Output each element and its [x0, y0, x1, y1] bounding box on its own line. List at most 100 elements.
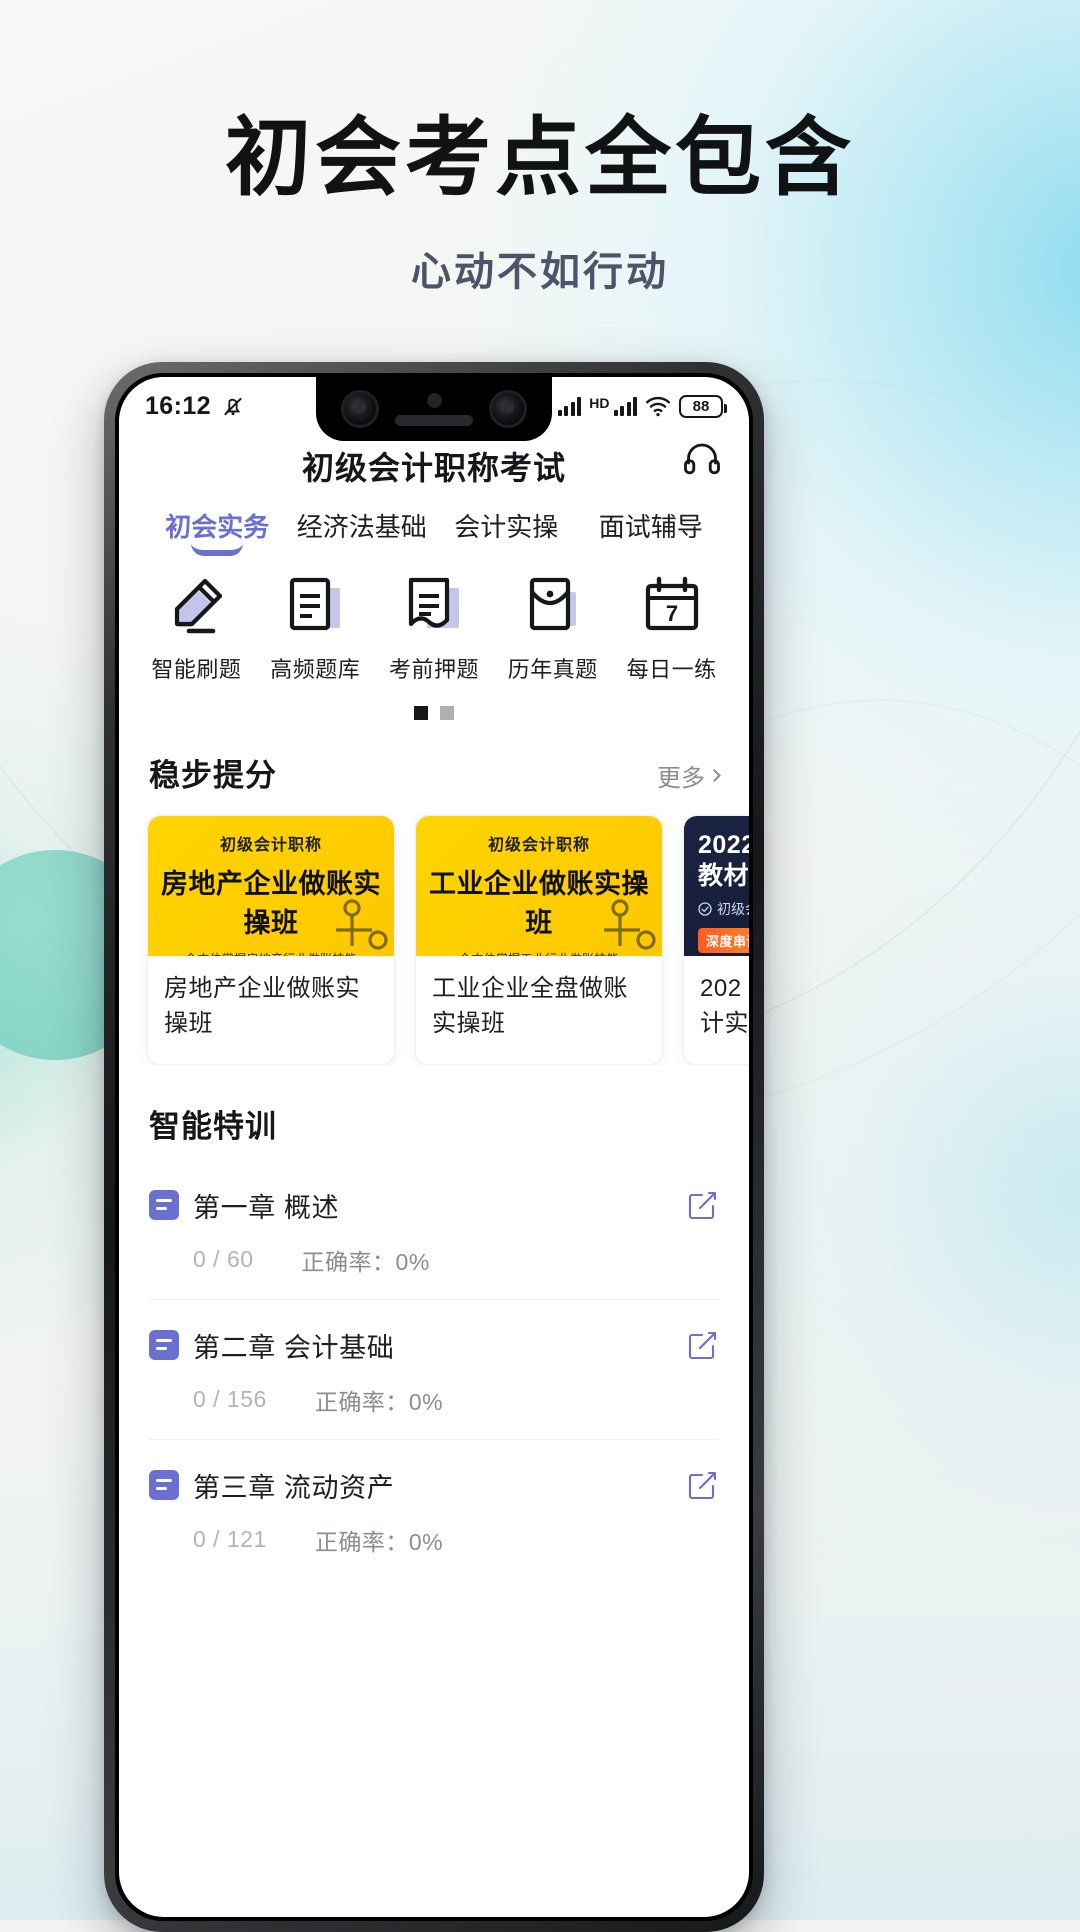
chapter-list[interactable]: 第一章 概述 0 / 60 正确率：0% 第二章 会计基础 0 / 156 正确… — [119, 1146, 749, 1579]
quick-action-zhineng-shuati[interactable]: 智能刷题 — [137, 572, 256, 684]
earpiece-speaker — [395, 414, 473, 426]
phone-notch — [316, 377, 552, 441]
calculator-decor-icon — [336, 899, 388, 950]
course-card[interactable]: 初级会计职称 房地产企业做账实操班 全方位掌握房地产行业做账技能 房地产企业做账… — [147, 815, 395, 1065]
thumb-eyebrow: 2022年 — [698, 831, 749, 859]
signal-bars-icon-2 — [613, 396, 637, 416]
promo-text-block: 初会考点全包含 心动不如行动 — [0, 112, 1080, 297]
front-camera-left-icon — [341, 390, 379, 428]
chapter-title: 第二章 会计基础 — [193, 1332, 395, 1363]
course-name-line1: 202 — [700, 975, 742, 1002]
chapter-stats: 0 / 121 正确率：0% — [149, 1523, 719, 1557]
tab-chuhui-shiwu[interactable]: 初会实务 — [145, 507, 290, 560]
edit-square-icon[interactable] — [685, 1328, 719, 1362]
course-name: 202 计实 — [684, 956, 749, 1064]
status-bar: 16:12 HD 88 — [119, 377, 749, 441]
thumb-eyebrow: 初级会计职称 — [219, 837, 322, 854]
course-carousel[interactable]: 初级会计职称 房地产企业做账实操班 全方位掌握房地产行业做账技能 房地产企业做账… — [119, 795, 749, 1065]
phone-bezel: 16:12 HD 88 初级会计职称考试 初会实务 经济法基础 会计实操 面试辅… — [115, 373, 753, 1921]
tab-label: 初会实务 — [165, 512, 270, 542]
chapter-main: 第一章 概述 — [149, 1186, 719, 1225]
tab-label: 会计实操 — [454, 512, 559, 542]
front-camera-right-icon — [489, 390, 527, 428]
phone-screen: 16:12 HD 88 初级会计职称考试 初会实务 经济法基础 会计实操 面试辅… — [119, 377, 749, 1917]
chapter-main: 第三章 流动资产 — [149, 1466, 719, 1505]
chapter-title: 第一章 概述 — [193, 1192, 340, 1223]
course-name: 房地产企业做账实操班 — [164, 975, 360, 1037]
thumb-eyebrow: 初级会计职称 — [487, 837, 590, 854]
carousel-pagination[interactable] — [119, 706, 749, 720]
chapter-progress: 0 / 60 — [193, 1246, 254, 1273]
tab-jingjifa-jichu[interactable]: 经济法基础 — [290, 507, 435, 560]
thumb-title: 教材精 — [698, 861, 749, 890]
accuracy-label: 正确率： — [301, 1248, 396, 1275]
battery-level: 88 — [692, 397, 710, 415]
pagination-dot[interactable] — [440, 706, 454, 720]
headset-icon[interactable] — [681, 439, 723, 481]
chapter-stats: 0 / 156 正确率：0% — [149, 1383, 719, 1417]
chapter-accuracy: 正确率：0% — [302, 1243, 430, 1277]
edit-square-icon[interactable] — [685, 1468, 719, 1502]
course-thumbnail: 2022年 教材精 初级会 深度串讲 — [684, 816, 749, 956]
chapter-progress: 0 / 121 — [193, 1526, 267, 1553]
wifi-icon — [645, 396, 671, 417]
section-title: 智能特训 — [149, 1108, 277, 1144]
tab-kuaiji-shicao[interactable]: 会计实操 — [434, 507, 579, 560]
accuracy-label: 正确率： — [314, 1388, 409, 1415]
category-tabs[interactable]: 初会实务 经济法基础 会计实操 面试辅导 — [119, 503, 749, 560]
more-courses-link[interactable]: 更多 — [657, 758, 721, 793]
chapter-list-icon — [149, 1470, 179, 1501]
course-name: 工业企业全盘做账实操班 — [432, 975, 628, 1037]
envelope-folder-icon — [520, 572, 586, 638]
calendar-icon: 7 — [639, 572, 705, 638]
app-header: 初级会计职称考试 — [119, 435, 749, 503]
promo-headline: 初会考点全包含 — [225, 110, 855, 206]
thumb-subtitle: 初级会 — [717, 901, 749, 917]
chapter-stats: 0 / 60 正确率：0% — [149, 1243, 719, 1277]
chapter-row[interactable]: 第一章 概述 0 / 60 正确率：0% — [149, 1160, 719, 1300]
course-card[interactable]: 初级会计职称 工业企业做账实操班 全方位掌握工业行业做账技能 工业企业全盘做账实… — [415, 815, 663, 1065]
notch-sensors — [395, 392, 473, 426]
chapter-row[interactable]: 第三章 流动资产 0 / 121 正确率：0% — [149, 1440, 719, 1579]
document-lines-icon — [282, 572, 348, 638]
status-bar-left: 16:12 — [145, 392, 246, 421]
phone-mockup: 16:12 HD 88 初级会计职称考试 初会实务 经济法基础 会计实操 面试辅… — [104, 362, 764, 1932]
thumb-subtitle-row: 初级会 — [684, 891, 749, 919]
quick-action-grid[interactable]: 智能刷题 高频题库 考前押题 历年真题 7 每日一练 — [119, 560, 749, 684]
courses-section-header: 稳步提分 更多 — [119, 720, 749, 795]
course-thumbnail: 初级会计职称 工业企业做账实操班 全方位掌握工业行业做账技能 — [416, 816, 662, 956]
accuracy-value: 0% — [408, 1388, 444, 1415]
quick-action-linian-zhenti[interactable]: 历年真题 — [493, 572, 612, 684]
accuracy-label: 正确率： — [314, 1528, 409, 1555]
quick-action-label: 历年真题 — [507, 657, 598, 682]
chevron-right-icon — [708, 769, 721, 782]
accuracy-value: 0% — [408, 1528, 444, 1555]
paper-scroll-icon — [401, 572, 467, 638]
chapter-row[interactable]: 第二章 会计基础 0 / 156 正确率：0% — [149, 1300, 719, 1440]
quick-action-label: 每日一练 — [626, 657, 717, 682]
quick-action-gaopin-tiku[interactable]: 高频题库 — [256, 572, 375, 684]
chapter-main: 第二章 会计基础 — [149, 1326, 719, 1365]
svg-text:7: 7 — [665, 601, 677, 626]
chapter-list-icon — [149, 1330, 179, 1361]
chapter-accuracy: 正确率：0% — [315, 1383, 443, 1417]
quick-action-kaoqian-yati[interactable]: 考前押题 — [375, 572, 494, 684]
quick-action-label: 智能刷题 — [151, 657, 242, 682]
tab-mianshi-fudao[interactable]: 面试辅导 — [579, 507, 724, 560]
proximity-sensor-icon — [426, 392, 442, 408]
hd-label: HD — [589, 394, 610, 411]
pagination-dot-active[interactable] — [414, 706, 428, 720]
course-badge: 深度串讲 — [698, 928, 749, 953]
accuracy-value: 0% — [395, 1248, 430, 1275]
status-time: 16:12 — [145, 391, 211, 420]
section-title: 稳步提分 — [149, 758, 277, 793]
quick-action-meiri-yilian[interactable]: 7 每日一练 — [612, 572, 731, 684]
bell-mute-icon — [224, 397, 242, 416]
chapter-list-icon — [149, 1190, 179, 1221]
calculator-decor-icon — [604, 899, 656, 950]
course-card[interactable]: 2022年 教材精 初级会 深度串讲 202 计实 — [683, 815, 749, 1065]
check-circle-icon — [698, 902, 712, 916]
course-name-line2: 计实 — [700, 1009, 749, 1037]
status-bar-right: HD 88 — [557, 394, 727, 418]
edit-square-icon[interactable] — [685, 1188, 719, 1222]
